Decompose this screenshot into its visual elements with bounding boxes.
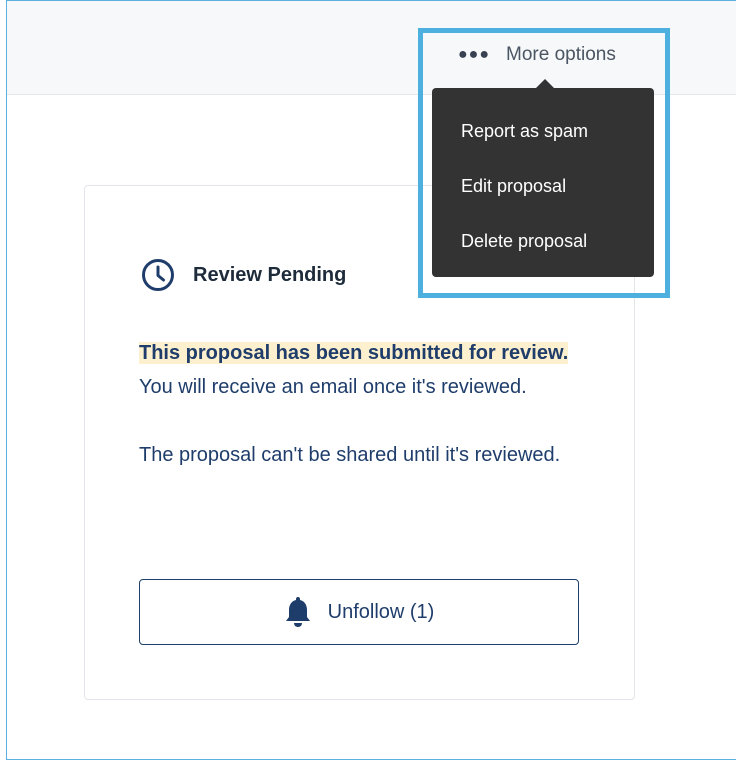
ellipsis-icon: ●●● [458, 46, 490, 63]
status-title: Review Pending [193, 263, 347, 286]
unfollow-label: Unfollow (1) [327, 600, 435, 623]
status-header: Review Pending [141, 258, 346, 292]
message-paragraph-1: This proposal has been submitted for rev… [139, 336, 589, 404]
message-rest: You will receive an email once it's revi… [139, 376, 527, 398]
message-paragraph-2: The proposal can't be shared until it's … [139, 444, 561, 466]
menu-item-report-spam[interactable]: Report as spam [432, 104, 654, 159]
options-dropdown-menu: Report as spam Edit proposal Delete prop… [432, 79, 654, 277]
clock-icon [142, 259, 174, 291]
menu-item-edit-proposal[interactable]: Edit proposal [432, 159, 654, 214]
top-bar [7, 1, 736, 95]
menu-item-delete-proposal[interactable]: Delete proposal [432, 214, 654, 269]
unfollow-button[interactable]: Unfollow (1) [139, 579, 579, 645]
more-options-label: More options [506, 44, 616, 65]
more-options-button[interactable]: ●●● More options [458, 44, 616, 66]
status-message: This proposal has been submitted for rev… [139, 336, 589, 472]
message-highlight: This proposal has been submitted for rev… [139, 342, 569, 364]
bell-icon [285, 597, 310, 627]
